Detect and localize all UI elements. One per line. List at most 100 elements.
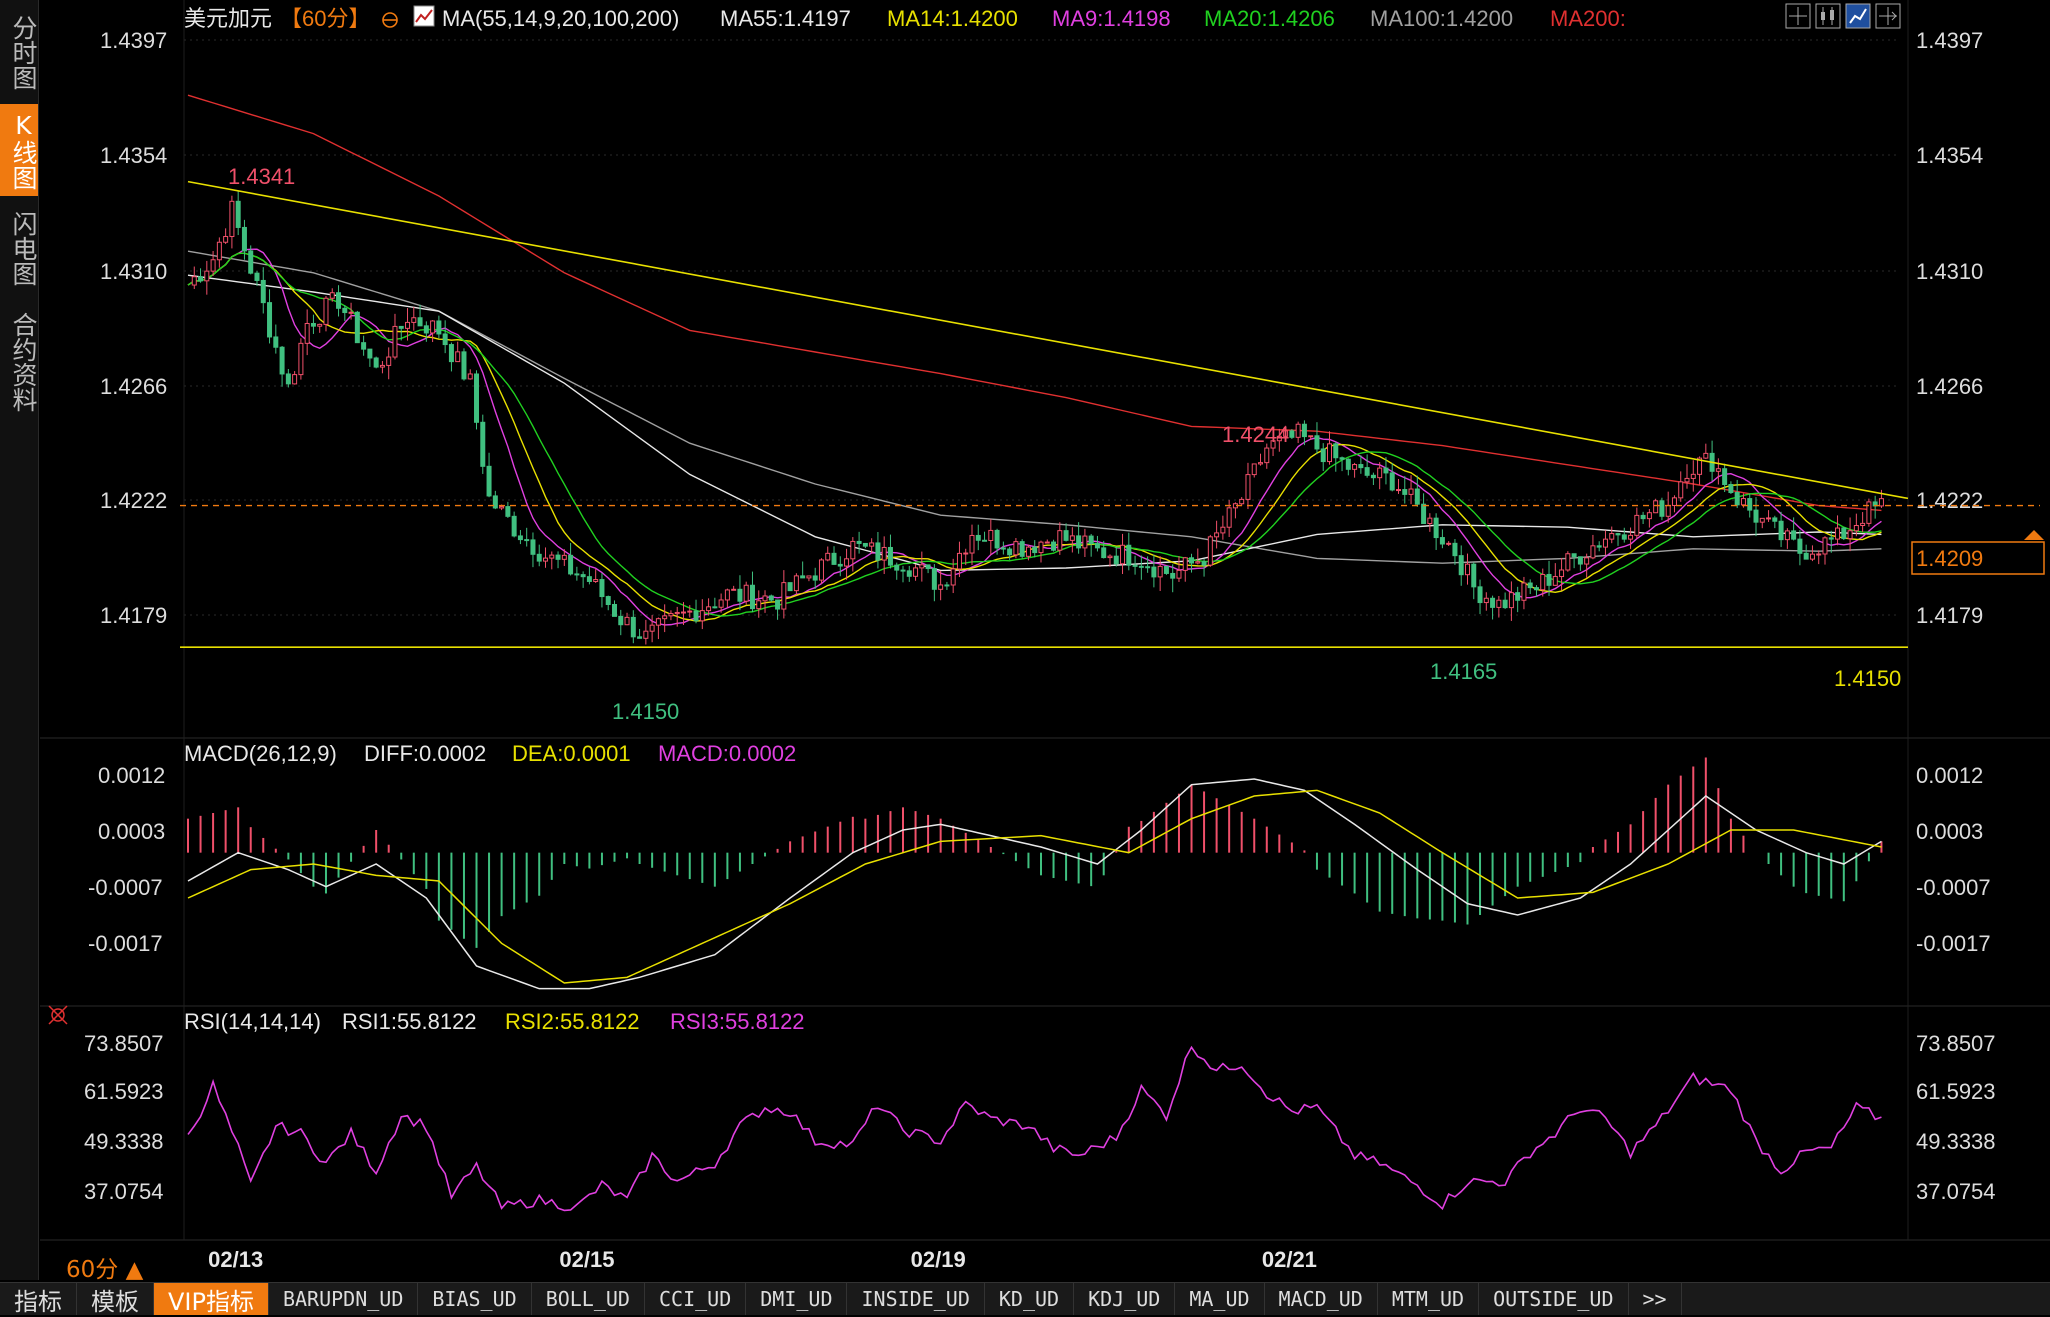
y-tick: 73.8507 bbox=[1916, 1031, 1996, 1056]
indicator-tab[interactable]: BARUPDN_UD bbox=[269, 1283, 419, 1315]
candle bbox=[913, 567, 919, 577]
candle bbox=[1163, 565, 1169, 574]
ma200-value: MA200: bbox=[1550, 6, 1626, 31]
rsi2-value: RSI2:55.8122 bbox=[505, 1009, 640, 1034]
y-tick: 37.0754 bbox=[1916, 1179, 1996, 1204]
candle bbox=[317, 323, 323, 327]
candle bbox=[310, 323, 316, 327]
candle bbox=[988, 529, 994, 541]
indicator-tab[interactable]: MA_UD bbox=[1175, 1283, 1265, 1315]
indicator-tab[interactable]: BIAS_UD bbox=[418, 1283, 532, 1315]
indicator-tab[interactable]: KD_UD bbox=[985, 1283, 1075, 1315]
candle bbox=[411, 317, 417, 323]
candle bbox=[900, 569, 906, 572]
candle bbox=[1690, 473, 1696, 479]
macd-dea: DEA:0.0001 bbox=[512, 741, 631, 766]
ma9-value: MA9:1.4198 bbox=[1052, 6, 1171, 31]
candle bbox=[1621, 534, 1627, 540]
candle bbox=[235, 200, 241, 228]
candle bbox=[775, 599, 781, 610]
indicator-tab[interactable]: DMI_UD bbox=[746, 1283, 848, 1315]
y-tick: 61.5923 bbox=[84, 1079, 164, 1104]
rsi-axis-right: 73.8507 61.5923 49.3338 37.0754 bbox=[1916, 1031, 1996, 1204]
candle bbox=[831, 552, 837, 565]
candle bbox=[605, 596, 611, 605]
candle bbox=[806, 575, 812, 579]
candle bbox=[329, 292, 335, 299]
timeframe-button[interactable]: 60分 ▲ bbox=[66, 1250, 143, 1284]
crosshair-icon[interactable] bbox=[382, 12, 398, 28]
candle bbox=[336, 292, 342, 309]
candle bbox=[1778, 520, 1784, 541]
y-tick: 1.4179 bbox=[1916, 603, 1983, 628]
indicator-tab[interactable]: INSIDE_UD bbox=[847, 1283, 985, 1315]
candle bbox=[1214, 532, 1220, 538]
indicator-tab[interactable]: CCI_UD bbox=[645, 1283, 747, 1315]
layout-grid-icon[interactable] bbox=[1785, 3, 1811, 29]
indicator-tab[interactable]: KDJ_UD bbox=[1074, 1283, 1176, 1315]
candle bbox=[1258, 462, 1264, 465]
candle bbox=[436, 320, 442, 335]
candle bbox=[693, 610, 699, 622]
indicator-tab[interactable]: MACD_UD bbox=[1265, 1283, 1378, 1315]
candle bbox=[1878, 498, 1884, 507]
candle bbox=[1552, 576, 1558, 586]
indicator-tab-bar: 指标 模板 VIP指标 BARUPDN_UD BIAS_UD BOLL_UD CCI_UD D… bbox=[0, 1282, 2050, 1316]
candle bbox=[969, 534, 975, 554]
candle bbox=[273, 336, 279, 348]
y-tick: 0.0012 bbox=[98, 763, 165, 788]
indicator-tab[interactable]: BOLL_UD bbox=[532, 1283, 645, 1315]
candle bbox=[1151, 566, 1157, 578]
candle bbox=[1502, 599, 1508, 609]
candle bbox=[1490, 597, 1496, 608]
candle bbox=[925, 564, 931, 570]
candle bbox=[1835, 527, 1841, 540]
macd-diff: DIFF:0.0002 bbox=[364, 741, 486, 766]
candle bbox=[342, 307, 348, 314]
indicator-tab[interactable]: >> bbox=[1629, 1283, 1682, 1315]
indicator-tab[interactable]: 指标 bbox=[0, 1283, 77, 1316]
candle bbox=[1759, 517, 1765, 523]
indicator-tab[interactable]: OUTSIDE_UD bbox=[1479, 1283, 1629, 1315]
candle bbox=[1408, 488, 1414, 495]
candle bbox=[1339, 457, 1345, 460]
candle bbox=[680, 611, 686, 614]
candle bbox=[367, 348, 373, 359]
candle bbox=[793, 575, 799, 592]
candle bbox=[480, 421, 486, 467]
candle bbox=[430, 320, 436, 334]
date-tick: 02/15 bbox=[559, 1247, 614, 1272]
candle bbox=[1251, 463, 1257, 476]
y-tick: -0.0017 bbox=[88, 931, 163, 956]
candle bbox=[448, 344, 454, 363]
candle bbox=[499, 506, 505, 509]
candle bbox=[524, 539, 530, 542]
indicator-tab[interactable]: VIP指标 bbox=[154, 1283, 269, 1316]
candle bbox=[1389, 472, 1395, 491]
candle bbox=[1226, 507, 1232, 528]
candle bbox=[1464, 563, 1470, 576]
candle bbox=[1314, 435, 1320, 450]
candle-style-icon[interactable] bbox=[1815, 3, 1841, 29]
candle bbox=[919, 564, 925, 569]
y-tick: 49.3338 bbox=[1916, 1129, 1996, 1154]
indicator-settings-icon[interactable] bbox=[413, 5, 435, 27]
macd-axis-right: 0.0012 0.0003 -0.0007 -0.0017 bbox=[1916, 763, 1991, 956]
line-chart-icon[interactable] bbox=[1845, 3, 1871, 29]
indicator-tab[interactable]: MTM_UD bbox=[1378, 1283, 1480, 1315]
candle bbox=[1069, 535, 1075, 541]
candle bbox=[1295, 423, 1301, 438]
candle bbox=[1370, 474, 1376, 479]
candle bbox=[1421, 503, 1427, 525]
current-price-value: 1.4209 bbox=[1916, 546, 1983, 571]
indicator-tab[interactable]: 模板 bbox=[77, 1283, 154, 1316]
candle bbox=[1753, 509, 1759, 523]
candle bbox=[549, 554, 555, 559]
candle bbox=[1207, 536, 1213, 566]
expand-icon[interactable] bbox=[1875, 3, 1901, 29]
candle bbox=[1803, 552, 1809, 560]
candle bbox=[1841, 527, 1847, 540]
candle bbox=[1182, 557, 1188, 571]
close-panel-icon[interactable] bbox=[48, 1005, 68, 1025]
candle bbox=[1007, 548, 1013, 556]
